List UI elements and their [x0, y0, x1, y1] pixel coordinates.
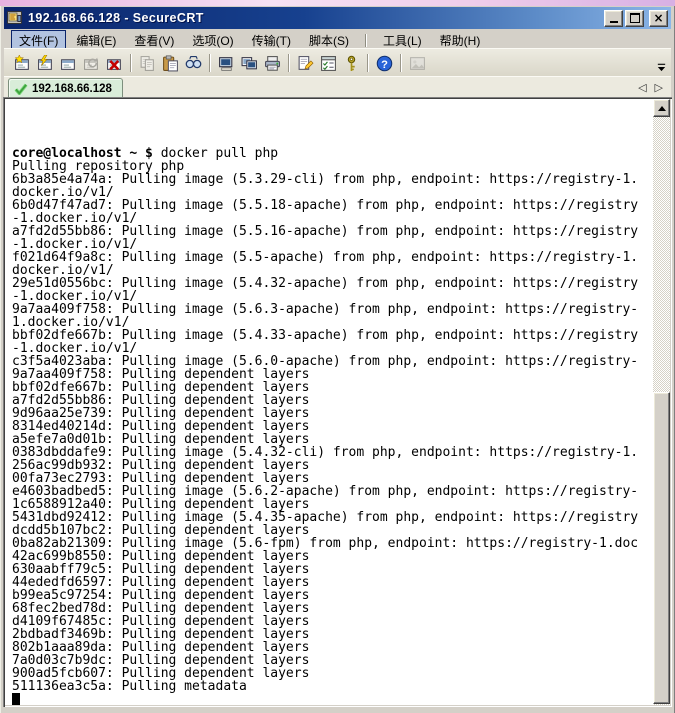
help-icon: ?: [376, 55, 393, 72]
terminal-line: 511136ea3c5a: Pulling metadata: [12, 680, 652, 693]
connected-check-icon: [14, 83, 28, 95]
toolbar-button-connect[interactable]: [11, 52, 34, 74]
toolbar-button-reconnect: [80, 52, 103, 74]
scrollbar-thumb[interactable]: [653, 392, 670, 704]
key-icon: [343, 55, 360, 72]
toolbar-button-print[interactable]: [261, 52, 284, 74]
toolbar-button-find[interactable]: [182, 52, 205, 74]
close-icon: ×: [653, 13, 663, 23]
capture-icon: [218, 55, 235, 72]
session-tab-icon: [60, 55, 77, 72]
toolbar-separator: [130, 54, 132, 72]
properties-icon: [297, 55, 314, 72]
toolbar-button-trace[interactable]: [238, 52, 261, 74]
toolbar: ?: [4, 48, 671, 78]
menu-bar: 文件(F)编辑(E)查看(V)选项(O)传输(T)脚本(S)工具(L)帮助(H): [4, 30, 671, 50]
trace-icon: [241, 55, 258, 72]
toolbar-button-disconnect[interactable]: [103, 52, 126, 74]
session-tab-label: 192.168.66.128: [32, 83, 112, 95]
scrollbar-track[interactable]: [653, 99, 670, 705]
svg-text:?: ?: [381, 58, 388, 70]
toolbar-overflow-icon: [656, 62, 667, 73]
find-icon: [185, 55, 202, 72]
app-icon: [409, 55, 426, 72]
toolbar-button-key[interactable]: [340, 52, 363, 74]
toolbar-separator: [400, 54, 402, 72]
toolbar-separator: [209, 54, 211, 72]
disconnect-icon: [106, 55, 123, 72]
toolbar-button-session-options[interactable]: [317, 52, 340, 74]
minimize-button[interactable]: [604, 10, 623, 27]
securecrt-window: 192.168.66.128 - SecureCRT × 文件(F)编辑(E)查…: [0, 0, 675, 713]
toolbar-button-capture[interactable]: [215, 52, 238, 74]
toolbar-separator: [288, 54, 290, 72]
session-options-icon: [320, 55, 337, 72]
print-icon: [264, 55, 281, 72]
menu-separator: [365, 34, 367, 47]
window-frame: 192.168.66.128 - SecureCRT × 文件(F)编辑(E)查…: [0, 6, 675, 713]
title-bar[interactable]: 192.168.66.128 - SecureCRT ×: [4, 7, 671, 29]
terminal-area[interactable]: core@localhost ~ $ docker pull phpPullin…: [3, 97, 672, 707]
securecrt-app-icon: [7, 10, 23, 26]
reconnect-icon: [83, 55, 100, 72]
toolbar-button-paste[interactable]: [159, 52, 182, 74]
close-button[interactable]: ×: [649, 10, 668, 27]
toolbar-button-quick-connect[interactable]: [34, 52, 57, 74]
toolbar-button-copy: [136, 52, 159, 74]
scrollbar-up-button[interactable]: [653, 99, 670, 117]
terminal-cursor: [12, 693, 20, 705]
terminal-cursor-line: [12, 693, 652, 705]
toolbar-button-properties[interactable]: [294, 52, 317, 74]
toolbar-button-app: [406, 52, 429, 74]
toolbar-button-session-tab[interactable]: [57, 52, 80, 74]
paste-icon: [162, 55, 179, 72]
connect-icon: [14, 55, 31, 72]
maximize-button[interactable]: [625, 10, 644, 27]
tab-scroll-left-icon[interactable]: ◁: [638, 81, 646, 94]
tab-scroll-right-icon[interactable]: ▷: [655, 81, 663, 94]
tab-scroll-nav: ◁ ▷: [638, 81, 671, 94]
maximize-icon: [630, 13, 640, 23]
minimize-icon: [610, 21, 618, 23]
toolbar-overflow-button[interactable]: [655, 60, 668, 74]
terminal-screen[interactable]: core@localhost ~ $ docker pull phpPullin…: [5, 99, 652, 705]
scrollbar-up-icon: [658, 106, 666, 111]
toolbar-button-help[interactable]: ?: [373, 52, 396, 74]
toolbar-separator: [367, 54, 369, 72]
session-tab-active[interactable]: 192.168.66.128: [8, 78, 123, 98]
tab-bar: 192.168.66.128 ◁ ▷: [4, 76, 671, 98]
copy-icon: [139, 55, 156, 72]
window-title: 192.168.66.128 - SecureCRT: [28, 11, 602, 25]
quick-connect-icon: [37, 55, 54, 72]
